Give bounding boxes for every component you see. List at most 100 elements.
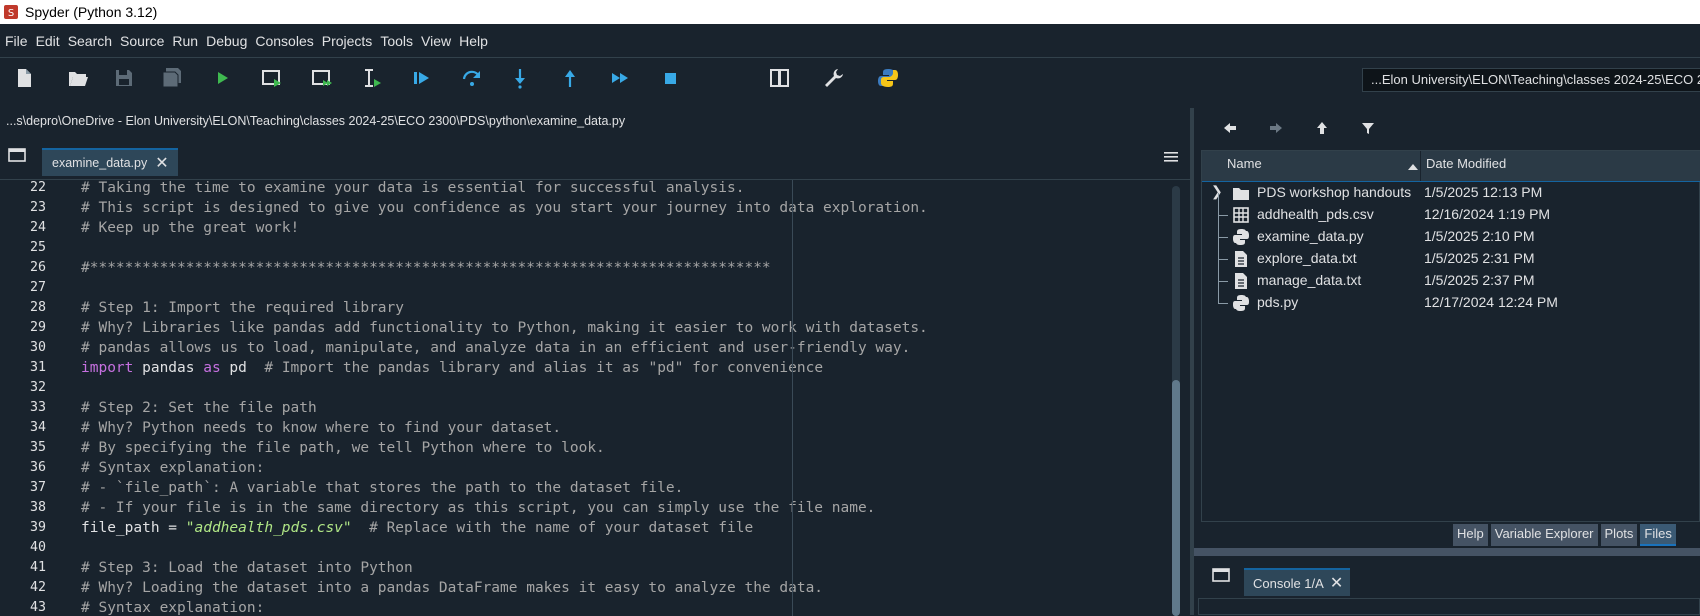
code-editor[interactable]: 22 23 24 25 26 27 28 29 30 31 32 33 34 35 36 37 38 39 40 41… (0, 179, 1190, 616)
menu-view[interactable]: View (416, 33, 454, 49)
step-return-button[interactable] (558, 66, 582, 90)
working-directory-combo[interactable]: ...Elon University\ELON\Teaching\classes… (1362, 68, 1700, 92)
editor-options-menu-icon[interactable] (1163, 150, 1179, 164)
line-number: 22 (29, 180, 46, 195)
close-tab-icon[interactable]: ✕ (155, 153, 168, 173)
menu-file[interactable]: File (0, 33, 31, 49)
menu-help[interactable]: Help (454, 33, 491, 49)
preferences-button[interactable] (822, 66, 846, 90)
save-button[interactable] (112, 66, 136, 90)
code-line[interactable]: # Why? Python needs to know where to fin… (81, 420, 561, 436)
code-line[interactable]: import pandas as pd # Import the pandas … (81, 360, 823, 376)
line-number: 40 (29, 540, 46, 555)
files-toolbar (1198, 112, 1700, 144)
menu-tools[interactable]: Tools (375, 33, 416, 49)
tab-help[interactable]: Help (1453, 524, 1488, 546)
pane-splitter[interactable] (1190, 108, 1194, 615)
editor-tab-examine-data[interactable]: examine_data.py ✕ (42, 148, 178, 176)
code-line[interactable]: # Syntax explanation: (81, 460, 264, 476)
chevron-right-icon[interactable]: ❯ (1211, 183, 1223, 200)
continue-button[interactable] (608, 66, 632, 90)
line-number: 38 (29, 500, 46, 515)
menu-consoles[interactable]: Consoles (250, 33, 316, 49)
menu-bar: File Edit Search Source Run Debug Consol… (0, 24, 1700, 58)
code-comment: # Import the pandas library and alias it… (264, 360, 824, 376)
browse-tabs-icon[interactable] (8, 148, 26, 162)
code-line[interactable]: # - `file_path`: A variable that stores … (81, 480, 683, 496)
code-line[interactable]: # This script is designed to give you co… (81, 200, 928, 216)
code-line[interactable]: # - If your file is in the same director… (81, 500, 875, 516)
stop-debug-button[interactable] (658, 66, 682, 90)
file-row[interactable]: examine_data.py 1/5/2025 2:10 PM (1202, 215, 1700, 249)
menu-debug[interactable]: Debug (201, 33, 250, 49)
code-line[interactable]: # Why? Libraries like pandas add functio… (81, 320, 928, 336)
console-browse-tabs-icon[interactable] (1212, 568, 1230, 582)
code-line[interactable]: # Why? Loading the dataset into a pandas… (81, 580, 823, 596)
editor-vertical-scrollbar[interactable] (1170, 180, 1182, 616)
tab-variable-explorer[interactable]: Variable Explorer (1490, 524, 1598, 546)
files-parent-button[interactable] (1312, 118, 1332, 138)
line-number: 26 (29, 260, 46, 275)
run-cell-button[interactable] (260, 66, 284, 90)
tab-files[interactable]: Files (1640, 524, 1676, 546)
code-comment: # This script is designed to give you co… (81, 200, 928, 216)
column-separator[interactable] (1420, 151, 1421, 181)
files-tree[interactable]: Name Date Modified ❯ PDS workshop handout… (1201, 150, 1700, 522)
menu-projects[interactable]: Projects (317, 33, 376, 49)
file-row[interactable]: ❯ PDS workshop handouts 1/5/2025 12:13 PM (1202, 181, 1700, 205)
menu-run[interactable]: Run (167, 33, 201, 49)
save-all-button[interactable] (160, 66, 184, 90)
code-line[interactable]: #***************************************… (81, 260, 771, 276)
code-line[interactable]: # By specifying the file path, we tell P… (81, 440, 605, 456)
open-file-button[interactable] (66, 66, 90, 90)
new-file-button[interactable] (12, 66, 36, 90)
file-row[interactable]: addhealth_pds.csv 12/16/2024 1:19 PM (1202, 193, 1700, 227)
code-comment: # Step 1: Import the required library (81, 300, 405, 316)
step-over-button[interactable] (460, 66, 484, 90)
arrow-left-icon (1224, 123, 1236, 133)
code-line[interactable]: # Step 1: Import the required library (81, 300, 404, 316)
code-area[interactable]: # Taking the time to examine your data i… (81, 180, 1161, 616)
menu-source[interactable]: Source (115, 33, 167, 49)
code-line[interactable]: # Step 3: Load the dataset into Python (81, 560, 413, 576)
file-name: addhealth_pds.csv (1257, 206, 1374, 222)
files-forward-button[interactable] (1266, 118, 1286, 138)
python-path-manager-button[interactable] (876, 66, 900, 90)
file-row[interactable]: explore_data.txt 1/5/2025 2:31 PM (1202, 237, 1700, 271)
close-console-icon[interactable]: ✕ (1330, 573, 1343, 593)
file-name: manage_data.txt (1257, 272, 1362, 288)
file-row[interactable]: pds.py 12/17/2024 12:24 PM (1202, 281, 1700, 315)
code-line[interactable]: # Syntax explanation: (81, 600, 264, 616)
code-line[interactable]: # Keep up the great work! (81, 220, 299, 236)
file-row[interactable]: manage_data.txt 1/5/2025 2:37 PM (1202, 259, 1700, 293)
code-line[interactable]: # pandas allows us to load, manipulate, … (81, 340, 910, 356)
code-line[interactable]: # Taking the time to examine your data i… (81, 180, 744, 196)
code-comment: # Taking the time to examine your data i… (81, 180, 745, 196)
maximize-pane-button[interactable] (768, 66, 792, 90)
line-number: 43 (29, 600, 46, 615)
python-icon (878, 69, 898, 87)
horizontal-splitter[interactable] (1194, 548, 1700, 556)
column-header-name[interactable]: Name (1227, 156, 1262, 171)
column-header-date-modified[interactable]: Date Modified (1426, 156, 1506, 171)
files-back-button[interactable] (1220, 118, 1240, 138)
ipython-console[interactable] (1198, 598, 1700, 615)
file-date-modified: 1/5/2025 12:13 PM (1424, 184, 1543, 200)
run-file-button[interactable] (210, 66, 234, 90)
run-cell-advance-button[interactable] (310, 66, 334, 90)
maximize-pane-icon (770, 69, 789, 87)
code-line[interactable]: file_path = "addhealth_pds.csv" # Replac… (81, 520, 753, 536)
files-filter-button[interactable] (1358, 118, 1378, 138)
run-selection-button[interactable] (360, 66, 384, 90)
scrollbar-thumb[interactable] (1172, 380, 1180, 616)
code-comment: # Keep up the great work! (81, 220, 300, 236)
console-tab[interactable]: Console 1/A ✕ (1244, 568, 1350, 596)
tab-plots[interactable]: Plots (1600, 524, 1638, 546)
line-number: 31 (29, 360, 46, 375)
debug-file-button[interactable] (410, 66, 434, 90)
menu-search[interactable]: Search (63, 33, 115, 49)
code-line[interactable]: # Step 2: Set the file path (81, 400, 317, 416)
menu-edit[interactable]: Edit (31, 33, 63, 49)
sort-ascending-icon (1408, 164, 1418, 170)
step-into-button[interactable] (508, 66, 532, 90)
